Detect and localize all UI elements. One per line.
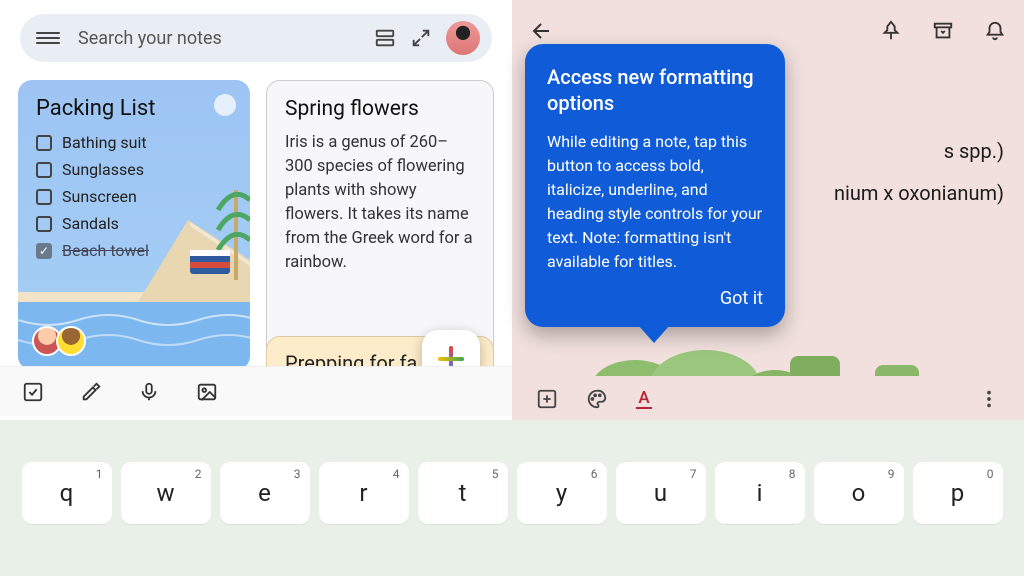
keyboard-row: q1w2e3r4t5y6u7i8o9p0 (0, 462, 1024, 524)
search-placeholder: Search your notes (78, 28, 360, 49)
mic-icon[interactable] (138, 381, 160, 403)
tooltip-tail (638, 325, 670, 343)
tooltip-title: Access new formatting options (547, 64, 763, 116)
back-icon[interactable] (530, 19, 554, 43)
key-superscript: 7 (690, 467, 697, 481)
key-o[interactable]: o9 (814, 462, 904, 524)
key-r[interactable]: r4 (319, 462, 409, 524)
checklist-item[interactable]: Bathing suit (36, 133, 232, 152)
key-superscript: 5 (492, 467, 499, 481)
key-superscript: 3 (294, 467, 301, 481)
account-avatar[interactable] (446, 21, 480, 55)
view-toggle-icon[interactable] (374, 27, 396, 49)
menu-icon[interactable] (36, 26, 60, 50)
editor-bottom-toolbar: A (512, 376, 1024, 422)
key-y[interactable]: y6 (517, 462, 607, 524)
key-p[interactable]: p0 (913, 462, 1003, 524)
key-u[interactable]: u7 (616, 462, 706, 524)
note-card-spring-flowers[interactable]: Spring flowers Iris is a genus of 260–30… (266, 80, 494, 370)
key-superscript: 2 (195, 467, 202, 481)
note-body: Iris is a genus of 260–300 species of fl… (285, 131, 475, 275)
reminder-icon[interactable] (984, 20, 1006, 42)
key-superscript: 0 (987, 467, 994, 481)
key-t[interactable]: t5 (418, 462, 508, 524)
search-bar[interactable]: Search your notes (20, 14, 492, 62)
pin-icon[interactable] (880, 20, 902, 42)
onscreen-keyboard: q1w2e3r4t5y6u7i8o9p0 (0, 420, 1024, 576)
key-superscript: 1 (96, 467, 103, 481)
image-icon[interactable] (196, 381, 218, 403)
note-title: Packing List (36, 96, 232, 121)
note-title: Spring flowers (285, 97, 475, 121)
key-superscript: 9 (888, 467, 895, 481)
key-superscript: 8 (789, 467, 796, 481)
formatting-tooltip: Access new formatting options While edit… (525, 44, 785, 327)
archive-icon[interactable] (932, 20, 954, 42)
key-superscript: 4 (393, 467, 400, 481)
notes-grid: Packing List Bathing suit Sunglasses Sun… (18, 80, 494, 370)
tooltip-dismiss-button[interactable]: Got it (547, 288, 763, 309)
note-type-toolbar (0, 366, 512, 416)
note-status-dot (214, 94, 236, 116)
collaborators[interactable] (32, 326, 80, 356)
text-format-icon[interactable]: A (636, 390, 652, 409)
note-card-packing-list[interactable]: Packing List Bathing suit Sunglasses Sun… (18, 80, 250, 370)
key-q[interactable]: q1 (22, 462, 112, 524)
tooltip-body: While editing a note, tap this button to… (547, 130, 763, 274)
collaborator-avatar[interactable] (56, 326, 86, 356)
expand-icon[interactable] (410, 27, 432, 49)
more-icon[interactable] (978, 388, 1000, 410)
brush-icon[interactable] (80, 381, 102, 403)
key-e[interactable]: e3 (220, 462, 310, 524)
palette-icon[interactable] (586, 388, 608, 410)
key-i[interactable]: i8 (715, 462, 805, 524)
key-w[interactable]: w2 (121, 462, 211, 524)
checklist-icon[interactable] (22, 381, 44, 403)
checklist-item[interactable]: Sunglasses (36, 160, 232, 179)
checkbox-icon[interactable] (36, 162, 52, 178)
key-superscript: 6 (591, 467, 598, 481)
add-content-icon[interactable] (536, 388, 558, 410)
checkbox-icon[interactable] (36, 135, 52, 151)
